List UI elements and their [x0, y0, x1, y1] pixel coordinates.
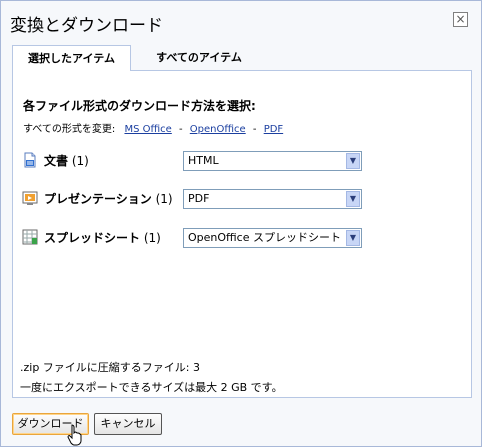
tab-all-items[interactable]: すべてのアイテム — [134, 45, 264, 70]
spreadsheet-icon — [22, 229, 38, 245]
spreadsheet-count: (1) — [143, 231, 161, 245]
change-all-label: すべての形式を変更: — [23, 124, 116, 135]
close-icon[interactable]: × — [453, 12, 468, 27]
zip-info: .zip ファイルに圧縮するファイル: 3 — [20, 361, 201, 374]
presentation-format-select[interactable]: PDF ▼ — [183, 189, 362, 209]
tab-selected-items[interactable]: 選択したアイテム — [12, 45, 131, 71]
pdf-link[interactable]: PDF — [264, 124, 283, 135]
presentation-icon — [22, 191, 38, 205]
chevron-down-icon: ▼ — [346, 191, 360, 207]
hand-cursor-icon — [67, 424, 82, 446]
tab-panel: 各ファイル形式のダウンロード方法を選択: すべての形式を変更: MS Offic… — [12, 71, 472, 398]
presentation-format-value: PDF — [188, 192, 210, 205]
spreadsheet-format-select[interactable]: OpenOffice スプレッドシート ▼ — [183, 228, 362, 248]
format-heading: 各ファイル形式のダウンロード方法を選択: — [23, 99, 256, 113]
dialog-title: 変換とダウンロード — [10, 16, 163, 36]
spreadsheet-label: スプレッドシート — [44, 231, 141, 245]
link-separator: - — [252, 124, 257, 135]
size-limit-info: 一度にエクスポートできるサイズは最大 2 GB です。 — [20, 381, 283, 394]
document-format-select[interactable]: HTML ▼ — [183, 151, 362, 171]
chevron-down-icon: ▼ — [346, 153, 360, 169]
document-label: 文書 — [44, 154, 69, 168]
presentation-label: プレゼンテーション — [44, 192, 152, 206]
dialog-titlebar: 変換とダウンロード × — [1, 1, 481, 43]
link-separator: - — [179, 124, 183, 135]
document-icon — [24, 152, 36, 168]
cancel-button[interactable]: キャンセル — [94, 413, 162, 435]
ms-office-link[interactable]: MS Office — [124, 124, 171, 135]
chevron-down-icon: ▼ — [346, 230, 360, 246]
spreadsheet-format-value: OpenOffice スプレッドシート — [188, 231, 341, 244]
presentation-count: (1) — [155, 192, 173, 206]
document-format-value: HTML — [188, 154, 219, 167]
document-count: (1) — [71, 154, 89, 168]
convert-download-dialog: 変換とダウンロード × 選択したアイテム すべてのアイテム 各ファイル形式のダウ… — [0, 0, 482, 447]
openoffice-link[interactable]: OpenOffice — [190, 124, 246, 135]
change-all-formats: すべての形式を変更: MS Office - OpenOffice - PDF — [23, 120, 283, 135]
